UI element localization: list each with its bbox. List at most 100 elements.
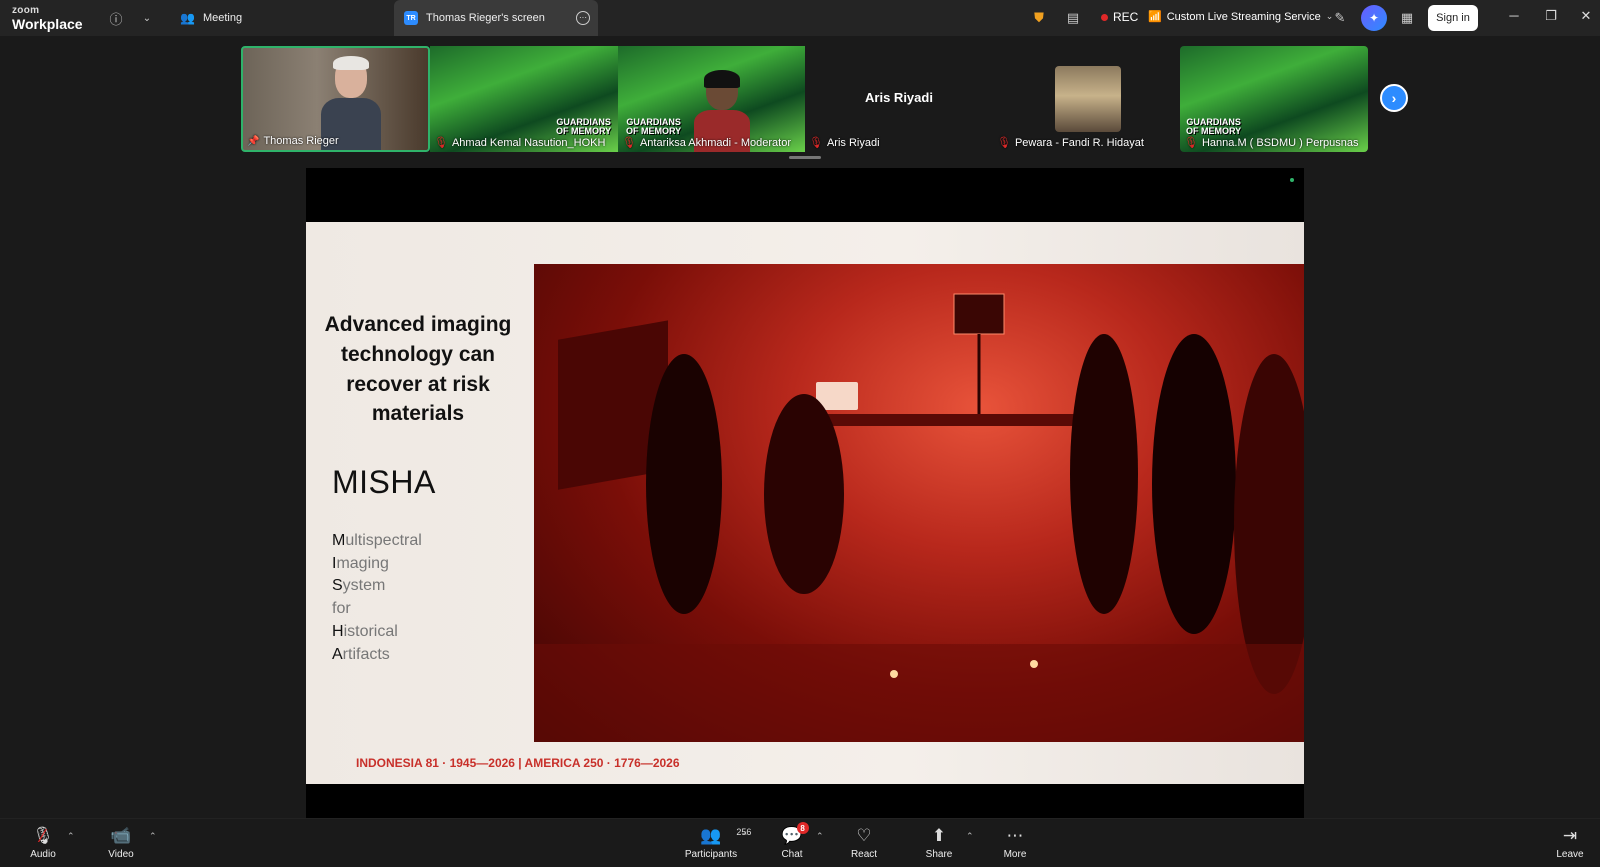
ai-companion-icon[interactable]: ✦ <box>1361 5 1387 31</box>
strip-resize-handle[interactable] <box>789 156 821 159</box>
tab-meeting-label: Meeting <box>202 12 243 24</box>
apps-icon[interactable]: ▦ <box>1397 8 1417 28</box>
stream-label: Custom Live Streaming Service <box>1166 10 1321 23</box>
participant-display-name: Aris Riyadi <box>865 90 933 105</box>
slide-footer: INDONESIA 81 · 1945—2026 | AMERICA 250 ·… <box>356 756 680 770</box>
close-icon[interactable]: ✕ <box>1576 8 1596 24</box>
video-label: Video <box>108 849 134 860</box>
record-dot-icon <box>1101 13 1108 21</box>
brand-zoom: zoom <box>12 5 40 16</box>
mic-muted-icon: 🎙 <box>997 137 1011 149</box>
participants-label: Participants <box>684 849 738 860</box>
broadcast-icon: 📶 <box>1148 11 1162 23</box>
acronym-line: Imaging <box>332 554 389 572</box>
leave-button[interactable]: ⇥ Leave <box>1540 825 1600 860</box>
react-label: React <box>850 849 878 860</box>
participant-name-text: Aris Riyadi <box>826 136 880 149</box>
video-options-caret-icon[interactable]: ⌃ <box>149 831 157 842</box>
video-tile[interactable]: GUARDIANS OF MEMORY 🎙 Hanna.M ( BSDMU ) … <box>1180 46 1368 152</box>
slide-title: Advanced imaging technology can recover … <box>324 313 512 426</box>
share-label: Share <box>925 849 953 860</box>
app-logo: zoom Workplace <box>12 5 83 32</box>
sign-in-button[interactable]: Sign in <box>1428 5 1478 31</box>
people-icon: 👥 <box>180 11 195 25</box>
restore-icon[interactable]: ❐ <box>1541 8 1561 24</box>
mic-muted-icon: 🎙 <box>1184 137 1198 149</box>
participant-name-text: Ahmad Kemal Nasution_HOKH <box>451 136 606 149</box>
wand-icon[interactable]: ✎ <box>1330 8 1350 28</box>
heart-icon: ♡ <box>856 826 872 845</box>
slide-acronym-list: Multispectral Imaging System for Histori… <box>332 530 422 666</box>
notes-icon[interactable]: ▤ <box>1063 8 1083 28</box>
audio-button[interactable]: 🎙 ⁄ Audio <box>13 825 73 861</box>
presentation-slide: Advanced imaging technology can recover … <box>306 222 1304 784</box>
participants-button[interactable]: 👥 256 Participants <box>671 825 752 860</box>
video-button[interactable]: 📹 Video <box>91 825 151 860</box>
event-branding: GUARDIANS OF MEMORY <box>1186 118 1241 135</box>
recording-indicator[interactable]: REC <box>1101 10 1138 24</box>
share-caret-icon[interactable]: ⌃ <box>966 831 974 842</box>
acronym-line: Historical <box>332 622 398 640</box>
tab-screen-badge: TR <box>404 11 418 25</box>
participant-name: 🎙 Hanna.M ( BSDMU ) Perpusnas <box>1184 136 1359 150</box>
video-camera-icon: 📹 <box>110 826 132 845</box>
video-tile[interactable]: GUARDIANS OF MEMORY 🎙 Ahmad Kemal Nasuti… <box>430 46 618 152</box>
participant-name: 🎙 Pewara - Fandi R. Hidayat <box>997 136 1144 150</box>
acronym-line: Multispectral <box>332 532 422 549</box>
audio-options-caret-icon[interactable]: ⌃ <box>67 831 75 842</box>
event-branding: GUARDIANS OF MEMORY <box>556 118 611 135</box>
chat-button[interactable]: 💬 8 Chat <box>762 822 822 860</box>
mic-muted-icon: 🎙 <box>622 137 636 149</box>
meeting-controls: 🎙 ⁄ Audio ⌃ 📹 Video ⌃ 👥 256 Participants ⌃… <box>0 818 1600 867</box>
rec-label: REC <box>1113 10 1139 24</box>
branding-line: OF MEMORY <box>556 125 612 136</box>
video-tile[interactable]: 📌 Thomas Rieger <box>241 46 430 152</box>
participant-name-text: Antariksa Akhmadi - Moderator <box>639 136 791 149</box>
profile-picture <box>1055 66 1121 132</box>
leave-icon: ⇥ <box>1562 826 1578 845</box>
chat-caret-icon[interactable]: ⌃ <box>816 831 824 842</box>
more-icon: ⋯ <box>1006 826 1024 845</box>
mic-muted-icon: 🎙 <box>809 137 823 149</box>
share-screen-icon: ⬆ <box>931 826 947 845</box>
react-button[interactable]: ♡ React <box>834 825 894 860</box>
audio-label: Audio <box>30 849 56 860</box>
share-button[interactable]: ⬆ Share <box>909 825 969 860</box>
participant-strip: 📌 Thomas Rieger GUARDIANS OF MEMORY 🎙 Ah… <box>0 36 1600 164</box>
video-tile[interactable]: GUARDIANS OF MEMORY 🎙 Antariksa Akhmadi … <box>618 46 805 152</box>
acronym-line: Artifacts <box>332 645 390 663</box>
branding-line: OF MEMORY <box>626 125 682 136</box>
more-options-icon[interactable]: ··· <box>576 11 590 25</box>
shared-screen: Advanced imaging technology can recover … <box>306 168 1304 818</box>
participants-caret-icon[interactable]: ⌃ <box>741 831 749 842</box>
branding-line: OF MEMORY <box>1186 125 1242 136</box>
info-icon[interactable]: ⓘ <box>106 8 126 28</box>
participant-name-text: Hanna.M ( BSDMU ) Perpusnas <box>1201 136 1359 149</box>
tab-screen-label: Thomas Rieger's screen <box>426 12 545 24</box>
chat-label: Chat <box>781 849 803 860</box>
tab-meeting[interactable]: 👥 Meeting <box>180 0 380 36</box>
video-tile[interactable]: 🎙 Pewara - Fandi R. Hidayat <box>993 46 1181 152</box>
event-branding: GUARDIANS OF MEMORY <box>626 118 681 135</box>
chevron-down-icon[interactable]: ⌄ <box>137 8 157 28</box>
acronym-line: System <box>332 577 386 595</box>
participant-name: 📌 Thomas Rieger <box>247 135 339 147</box>
more-label: More <box>1003 849 1027 860</box>
chat-badge: 8 <box>796 822 809 834</box>
security-shield-icon[interactable]: ⛊ <box>1029 8 1049 28</box>
live-stream-indicator[interactable]: 📶 Custom Live Streaming Service ⌄ <box>1148 10 1333 24</box>
mic-muted-icon: 🎙 <box>434 137 448 149</box>
lab-photo <box>534 264 1304 742</box>
next-page-chevron-icon[interactable]: › <box>1380 84 1408 112</box>
participants-icon: 👥 256 <box>700 826 752 845</box>
participant-name-text: Pewara - Fandi R. Hidayat <box>1014 136 1144 149</box>
video-tile[interactable]: Aris Riyadi 🎙 Aris Riyadi <box>805 46 993 152</box>
participant-name: 🎙 Ahmad Kemal Nasution_HOKH <box>434 136 606 150</box>
minimize-icon[interactable]: ─ <box>1504 8 1524 23</box>
tab-shared-screen[interactable]: TR Thomas Rieger's screen ··· <box>394 0 598 36</box>
chat-icon: 💬 8 <box>781 822 809 847</box>
brand-workplace: Workplace <box>12 16 83 32</box>
sharing-indicator <box>1290 178 1294 182</box>
more-button[interactable]: ⋯ More <box>985 825 1045 860</box>
participant-name: 🎙 Antariksa Akhmadi - Moderator <box>622 136 791 150</box>
